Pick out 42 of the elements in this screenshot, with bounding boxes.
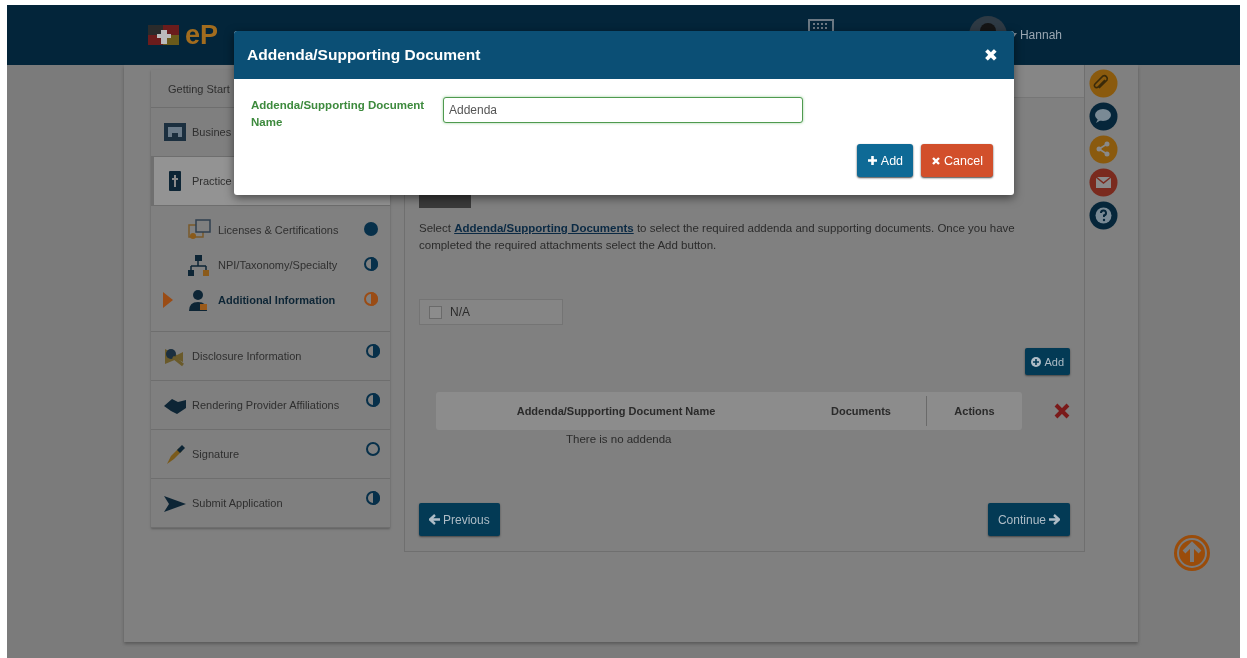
sidebar-item[interactable]: Signature [151, 430, 390, 479]
sidebar-subitem[interactable]: Additional Information [151, 282, 390, 317]
mail-icon[interactable] [1089, 168, 1118, 197]
checkbox-label: N/A [450, 305, 470, 319]
sidebar-item-icon [187, 218, 211, 241]
add-button[interactable]: Add [1025, 348, 1070, 375]
arrow-right-icon [1049, 514, 1060, 525]
sidebar-item[interactable]: Submit Application [151, 479, 390, 528]
sidebar-item[interactable]: Rendering Provider Affiliations [151, 381, 390, 430]
plus-icon [866, 155, 878, 166]
chat-icon[interactable] [1089, 102, 1118, 131]
field-label: Addenda/Supporting Document Name [251, 98, 426, 130]
continue-button[interactable]: Continue [987, 503, 1070, 536]
sidebar-item-icon [187, 253, 211, 276]
add-button[interactable]: Add [856, 144, 914, 177]
paperclip-icon[interactable] [1089, 69, 1118, 98]
name-input-field[interactable]: Addenda [443, 97, 803, 123]
na-checkbox[interactable]: N/A [419, 299, 563, 325]
addenda-link[interactable]: Addenda/Supporting Documents [454, 222, 634, 234]
logo-text: eP [185, 19, 219, 51]
close-button[interactable]: ✖ [983, 45, 998, 65]
column-header: Documents [830, 405, 892, 417]
delete-icon [1054, 403, 1070, 419]
sidebar-subitem[interactable]: NPI/Taxonomy/Specialty [151, 247, 390, 282]
dialog-title: Addenda/Supporting Document [247, 46, 481, 64]
sidebar-subitem[interactable]: Licenses & Certifications [151, 212, 390, 247]
column-header: Actions [953, 405, 996, 417]
flag-logo-icon [147, 22, 181, 48]
sidebar-item[interactable]: Disclosure Information [151, 332, 390, 381]
instructions-text: Select Addenda/Supporting Documents to select the required addenda and supporting documents. Once you have completed the required attachments select the Add button. [419, 221, 1016, 253]
help-icon[interactable] [1089, 201, 1118, 230]
cancel-button[interactable]: Cancel [921, 144, 993, 177]
x-icon [931, 155, 942, 166]
sidebar-item-icon [163, 121, 187, 143]
arrow-left-icon [429, 514, 440, 525]
arrow-up-icon[interactable] [1173, 534, 1211, 572]
plus-circle-icon [1031, 356, 1042, 367]
pointer-icon [163, 292, 173, 308]
checkbox[interactable] [429, 305, 442, 319]
empty-table-text: There is no addenda [566, 433, 672, 445]
column-header: Addenda/Supporting Document Name [515, 405, 717, 417]
previous-button[interactable]: Previous [419, 503, 500, 536]
